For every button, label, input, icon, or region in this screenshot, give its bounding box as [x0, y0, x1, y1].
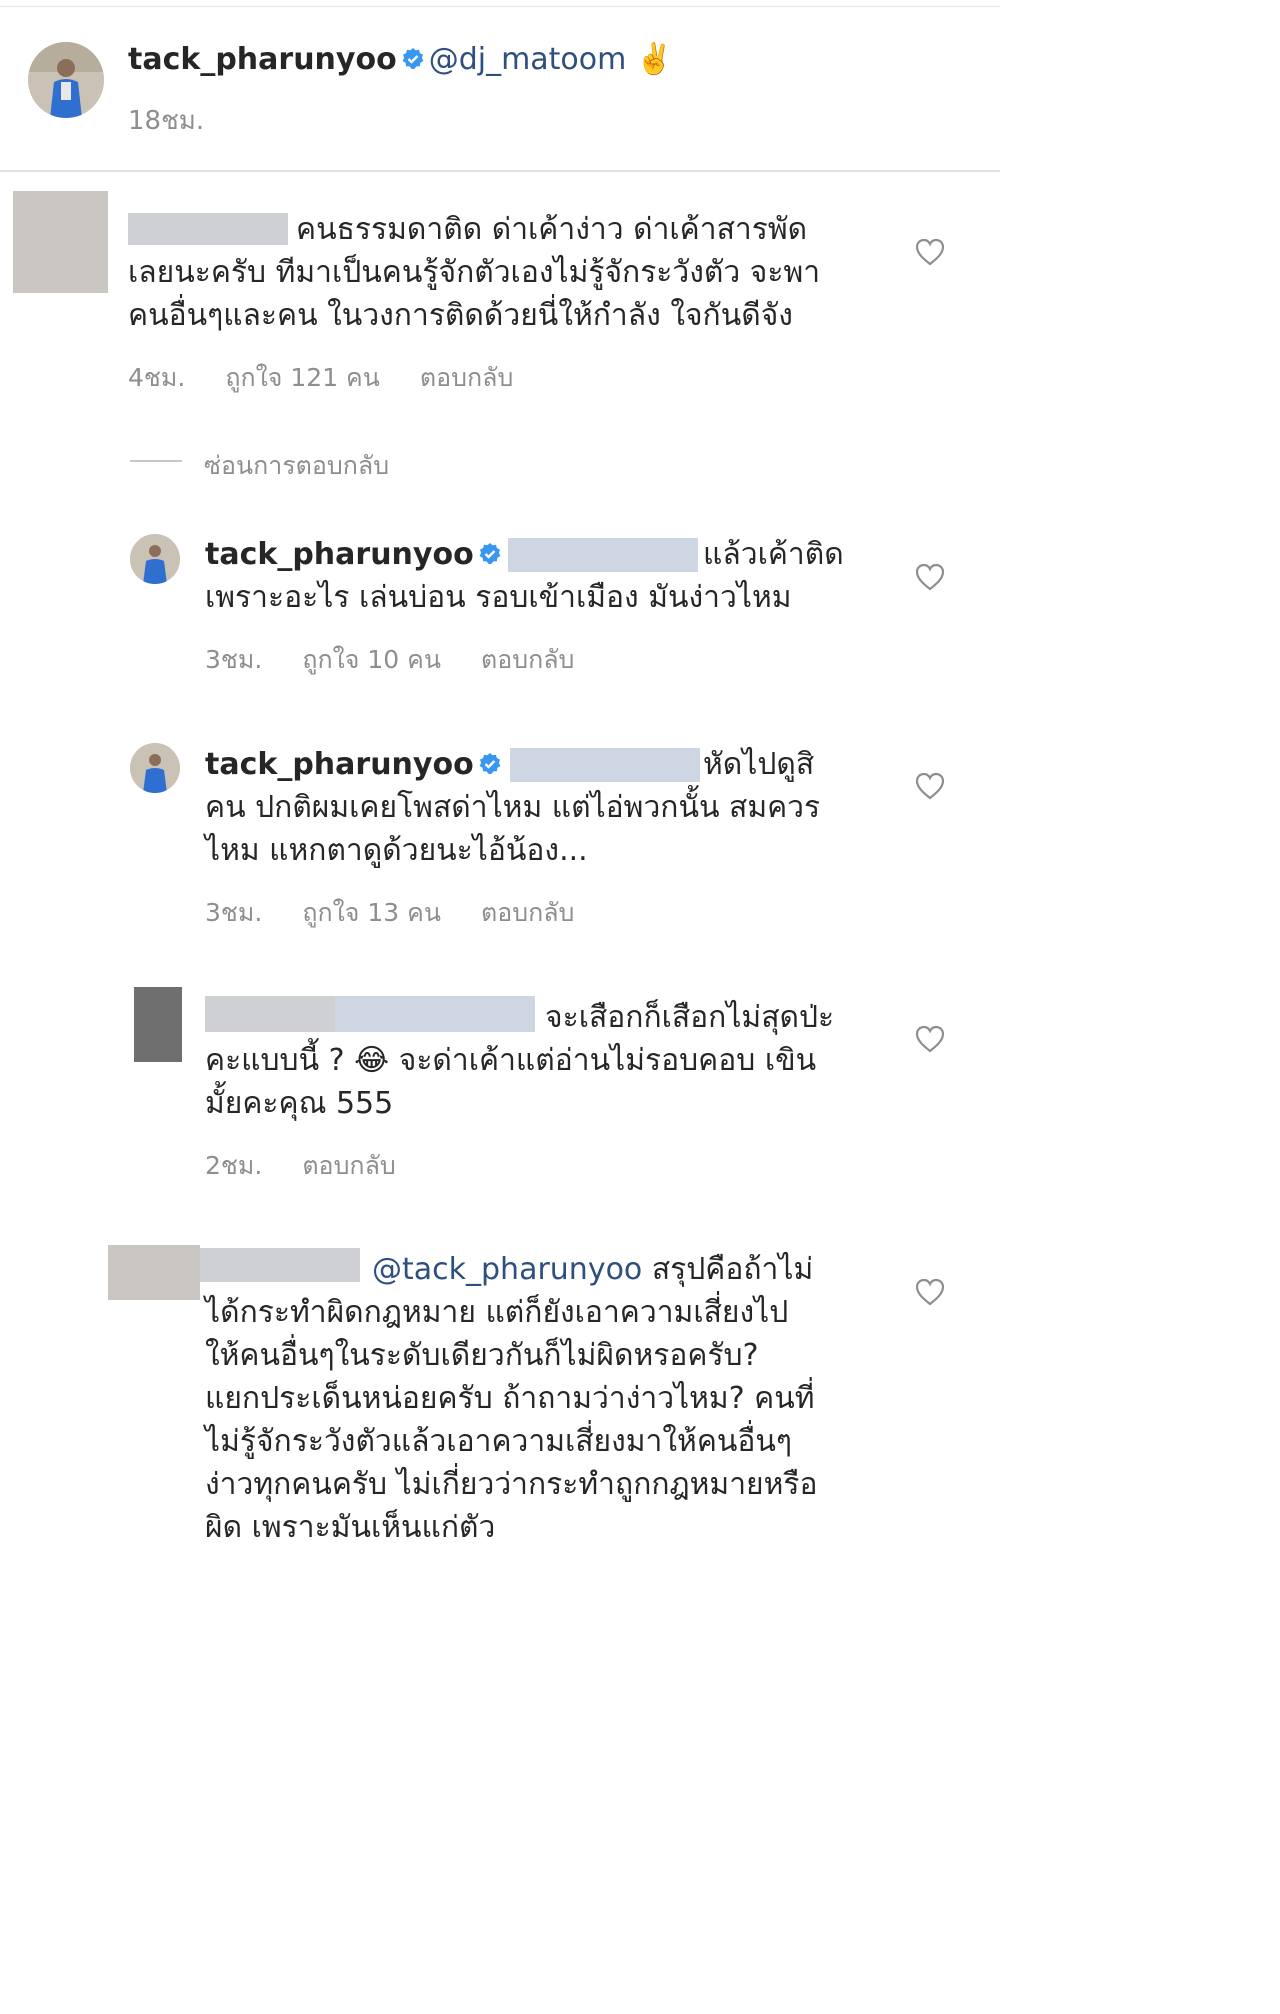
- like-count-link[interactable]: ถูกใจ 10 คน: [302, 645, 441, 674]
- reply-meta: 3ชม. ถูกใจ 10 คน ตอบกลับ: [205, 640, 614, 680]
- reply-text: @tack_pharunyoo สรุปคือถ้าไม่: [372, 1252, 814, 1287]
- reply-text: ง่าวทุกคนครับ ไม่เกี่ยวว่ากระทำถูกกฎหมาย…: [205, 1467, 818, 1502]
- comment-meta: 4ชม. ถูกใจ 121 คน ตอบกลับ: [128, 358, 553, 398]
- comment-text: คนอื่นๆและคน ในวงการติดด้วยนี่ให้กำลัง ใ…: [128, 298, 793, 333]
- reply-author-avatar[interactable]: [130, 743, 180, 793]
- comment-text: คนธรรมดาติด ด่าเค้าง่าว ด่าเค้าสารพัด: [296, 212, 808, 247]
- reply-text: จะเสือกก็เสือกไม่สุดป่ะ: [545, 1000, 835, 1035]
- reply-text: แล้วเค้าติด: [703, 537, 844, 572]
- comment-time: 2ชม.: [205, 1151, 263, 1180]
- comment-time: 4ชม.: [128, 363, 186, 392]
- reply-button[interactable]: ตอบกลับ: [481, 898, 574, 927]
- reply-text: คะแบบนี้ ? 😂 จะด่าเค้าแต่อ่านไม่รอบคอบ เ…: [205, 1043, 817, 1078]
- laughing-emoji: 😂: [354, 1043, 390, 1078]
- reply-button[interactable]: ตอบกลับ: [481, 645, 574, 674]
- verified-badge-icon: [479, 753, 501, 774]
- heart-icon[interactable]: [915, 1025, 945, 1053]
- heart-icon[interactable]: [915, 772, 945, 800]
- reply-meta: 3ชม. ถูกใจ 13 คน ตอบกลับ: [205, 893, 614, 933]
- reply-author-avatar-redacted[interactable]: [134, 987, 182, 1062]
- commenter-avatar-redacted[interactable]: [13, 191, 108, 293]
- reply-text: คน ปกติผมเคยโพสด่าไหม แต่ไอ่พวกนั้น สมคว…: [205, 790, 821, 825]
- verified-badge-icon: [402, 48, 424, 69]
- reply-text: ให้คนอื่นๆในระดับเดียวกันก็ไม่ผิดหรอครับ…: [205, 1338, 759, 1373]
- hide-replies-line: [130, 460, 182, 462]
- comment-time: 3ชม.: [205, 645, 263, 674]
- post-time: 18ชม.: [128, 106, 205, 136]
- reply-text: แยกประเด็นหน่อยครับ ถ้าถามว่าง่าวไหม? คน…: [205, 1381, 815, 1416]
- reply-button[interactable]: ตอบกลับ: [302, 1151, 395, 1180]
- reply-text: หัดไปดูสิ: [703, 747, 815, 782]
- reply-text: ไม่รู้จักระวังตัวแล้วเอาความเสี่ยงมาให้ค…: [205, 1424, 793, 1459]
- mentioned-username-redacted[interactable]: [335, 996, 535, 1032]
- like-count-link[interactable]: ถูกใจ 13 คน: [302, 898, 441, 927]
- reply-mention-link[interactable]: @tack_pharunyoo: [372, 1252, 642, 1287]
- reply-text: มั้ยคะคุณ 555: [205, 1086, 394, 1121]
- verified-badge-icon: [479, 543, 501, 564]
- hide-replies-button[interactable]: ซ่อนการตอบกลับ: [204, 446, 389, 486]
- mentioned-username-redacted[interactable]: [508, 538, 698, 572]
- post-author-avatar[interactable]: [28, 42, 104, 118]
- post-mention-link[interactable]: @dj_matoom: [429, 42, 627, 77]
- reply-meta: 2ชม. ตอบกลับ: [205, 1146, 436, 1186]
- comment-text: เลยนะครับ ทีมาเป็นคนรู้จักตัวเองไม่รู้จั…: [128, 255, 821, 290]
- reply-username[interactable]: tack_pharunyoo: [205, 747, 474, 782]
- like-count-link[interactable]: ถูกใจ 121 คน: [225, 363, 380, 392]
- reply-username[interactable]: tack_pharunyoo: [205, 537, 474, 572]
- post-username[interactable]: tack_pharunyoo: [128, 42, 397, 77]
- post-caption: tack_pharunyoo @dj_matoom ✌️: [128, 38, 673, 82]
- comment-time: 3ชม.: [205, 898, 263, 927]
- victory-hand-emoji: ✌️: [635, 42, 674, 77]
- reply-author-avatar[interactable]: [130, 534, 180, 584]
- heart-icon[interactable]: [915, 238, 945, 266]
- reply-text: tack_pharunyoo: [205, 533, 506, 576]
- reply-username-redacted[interactable]: [205, 996, 335, 1032]
- heart-icon[interactable]: [915, 1278, 945, 1306]
- mentioned-username-redacted[interactable]: [510, 748, 700, 782]
- reply-username-redacted[interactable]: [200, 1248, 360, 1282]
- reply-button[interactable]: ตอบกลับ: [420, 363, 513, 392]
- heart-icon[interactable]: [915, 563, 945, 591]
- reply-text: ได้กระทำผิดกฎหมาย แต่ก็ยังเอาความเสี่ยงไ…: [205, 1295, 789, 1330]
- reply-text: ผิด เพราะมันเห็นแก่ตัว: [205, 1510, 496, 1545]
- reply-text: ไหม แหกตาดูด้วยนะไอ้น้อง...: [205, 833, 588, 868]
- commenter-username-redacted[interactable]: [128, 213, 288, 245]
- top-border: [0, 6, 1000, 7]
- reply-text: tack_pharunyoo: [205, 743, 506, 786]
- reply-text: เพราะอะไร เล่นบ่อน รอบเข้าเมือง มันง่าวไ…: [205, 580, 792, 615]
- reply-author-avatar-redacted[interactable]: [108, 1245, 200, 1300]
- section-divider: [0, 170, 1000, 172]
